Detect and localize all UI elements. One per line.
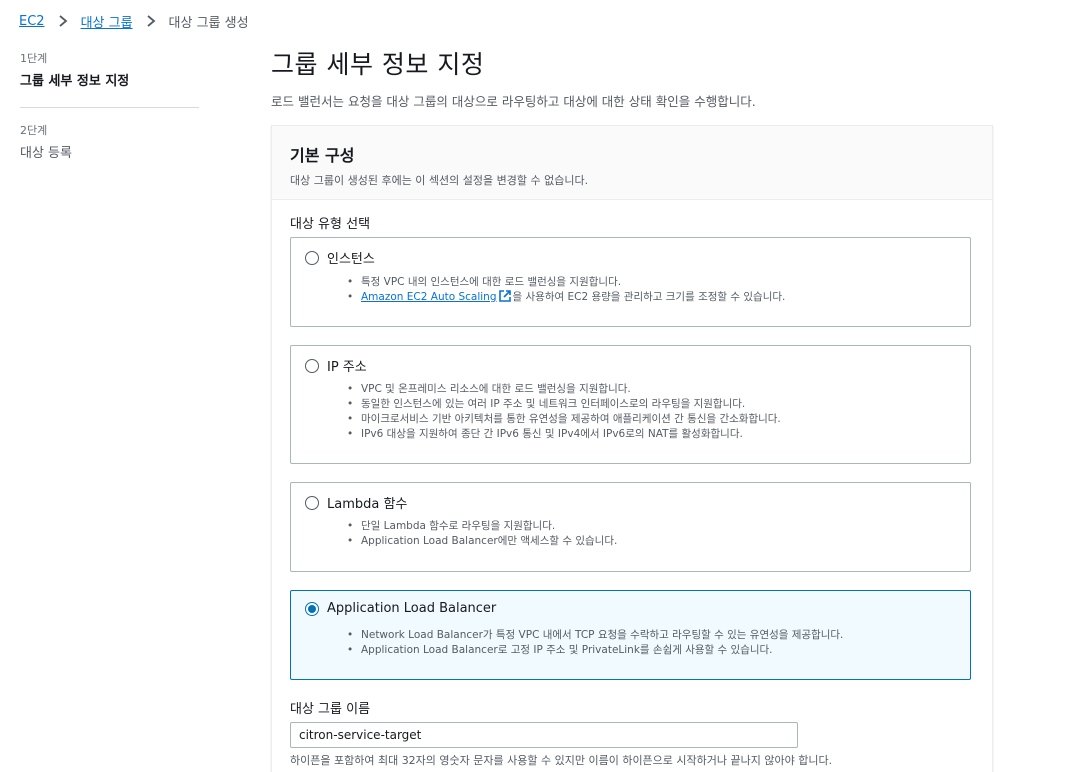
- create-target-group-page: EC2 대상 그룹 대상 그룹 생성 1단계 그룹 세부 정보 지정 2단계 대…: [0, 0, 1088, 772]
- list-item: Network Load Balancer가 특정 VPC 내에서 TCP 요청…: [345, 628, 843, 643]
- panel-title: 기본 구성: [290, 146, 355, 165]
- target-type-alb-option[interactable]: Application Load Balancer Network Load B…: [290, 590, 971, 680]
- list-item: 동일한 인스턴스에 있는 여러 IP 주소 및 네트워크 인터페이스로의 라우팅…: [345, 397, 781, 412]
- panel-header: 기본 구성 대상 그룹이 생성된 후에는 이 섹션의 설정을 변경할 수 없습니…: [272, 126, 992, 200]
- page-description: 로드 밸런서는 요청을 대상 그룹의 대상으로 라우팅하고 대상에 대한 상태 …: [271, 94, 756, 109]
- step-divider: [20, 107, 199, 108]
- chevron-right-icon: [53, 11, 73, 31]
- radio-button-selected[interactable]: [305, 601, 319, 616]
- list-item-text: 을 사용하여 EC2 용량을 관리하고 크기를 조정할 수 있습니다.: [512, 291, 786, 303]
- basic-config-panel: 기본 구성 대상 그룹이 생성된 후에는 이 섹션의 설정을 변경할 수 없습니…: [271, 125, 993, 772]
- panel-subtitle: 대상 그룹이 생성된 후에는 이 섹션의 설정을 변경할 수 없습니다.: [290, 174, 589, 187]
- page-header: 그룹 세부 정보 지정 로드 밸런서는 요청을 대상 그룹의 대상으로 라우팅하…: [271, 45, 991, 110]
- target-type-instances-option[interactable]: 인스턴스 특정 VPC 내의 인스턴스에 대한 로드 밸런싱을 지원합니다. A…: [290, 237, 971, 327]
- page-title: 그룹 세부 정보 지정: [271, 50, 485, 79]
- option-bullets: VPC 및 온프레미스 리소스에 대한 로드 밸런싱을 지원합니다. 동일한 인…: [345, 382, 781, 442]
- list-item: 특정 VPC 내의 인스턴스에 대한 로드 밸런싱을 지원합니다.: [345, 275, 785, 290]
- radio-button[interactable]: [305, 495, 319, 510]
- list-item: Application Load Balancer로 고정 IP 주소 및 Pr…: [345, 643, 843, 658]
- option-header: 인스턴스: [305, 248, 375, 267]
- step-label: 대상 등록: [20, 146, 72, 161]
- option-bullets: 특정 VPC 내의 인스턴스에 대한 로드 밸런싱을 지원합니다. Amazon…: [345, 275, 785, 307]
- option-bullets: Network Load Balancer가 특정 VPC 내에서 TCP 요청…: [345, 628, 843, 658]
- option-header: Lambda 함수: [305, 493, 407, 512]
- list-item: VPC 및 온프레미스 리소스에 대한 로드 밸런싱을 지원합니다.: [345, 382, 781, 397]
- breadcrumb-ec2-link[interactable]: EC2: [19, 14, 45, 29]
- option-bullets: 단일 Lambda 함수로 라우팅을 지원합니다. Application Lo…: [345, 519, 617, 549]
- option-header: IP 주소: [305, 356, 367, 375]
- list-item: 마이크로서비스 기반 아키텍처를 통한 유연성을 제공하여 애플리케이션 간 통…: [345, 412, 781, 427]
- step-1: 1단계 그룹 세부 정보 지정: [20, 50, 200, 89]
- list-item: Application Load Balancer에만 액세스할 수 있습니다.: [345, 534, 617, 549]
- radio-button[interactable]: [305, 250, 319, 265]
- external-link-icon: [498, 290, 511, 307]
- step-label: 그룹 세부 정보 지정: [20, 74, 130, 89]
- target-type-lambda-option[interactable]: Lambda 함수 단일 Lambda 함수로 라우팅을 지원합니다. Appl…: [290, 482, 971, 572]
- step-number: 1단계: [20, 52, 48, 65]
- step-2[interactable]: 2단계 대상 등록: [20, 122, 200, 161]
- option-title: 인스턴스: [327, 252, 375, 267]
- target-group-name-label: 대상 그룹 이름: [290, 702, 371, 717]
- target-group-name-hint: 하이픈을 포함하여 최대 32자의 영숫자 문자를 사용할 수 있지만 이름이 …: [290, 754, 833, 767]
- list-item: Amazon EC2 Auto Scaling 을 사용하여 EC2 용량을 관리…: [345, 290, 785, 307]
- target-type-label: 대상 유형 선택: [290, 217, 371, 232]
- list-item: IPv6 대상을 지원하여 종단 간 IPv6 통신 및 IPv4에서 IPv6…: [345, 427, 781, 442]
- breadcrumb: EC2 대상 그룹 대상 그룹 생성: [19, 11, 249, 31]
- target-type-ip-option[interactable]: IP 주소 VPC 및 온프레미스 리소스에 대한 로드 밸런싱을 지원합니다.…: [290, 345, 971, 464]
- option-title: Lambda 함수: [327, 497, 408, 512]
- breadcrumb-current: 대상 그룹 생성: [168, 15, 249, 31]
- breadcrumb-target-groups-link[interactable]: 대상 그룹: [81, 12, 133, 31]
- step-number: 2단계: [20, 124, 48, 137]
- option-header: Application Load Balancer: [305, 601, 496, 616]
- list-item: 단일 Lambda 함수로 라우팅을 지원합니다.: [345, 519, 617, 534]
- target-group-name-input[interactable]: [290, 722, 798, 748]
- radio-button[interactable]: [305, 358, 319, 373]
- option-title: IP 주소: [327, 360, 367, 375]
- wizard-steps: 1단계 그룹 세부 정보 지정 2단계 대상 등록: [20, 50, 200, 161]
- option-title: Application Load Balancer: [327, 601, 497, 616]
- auto-scaling-link[interactable]: Amazon EC2 Auto Scaling: [361, 291, 497, 303]
- chevron-right-icon: [141, 11, 161, 31]
